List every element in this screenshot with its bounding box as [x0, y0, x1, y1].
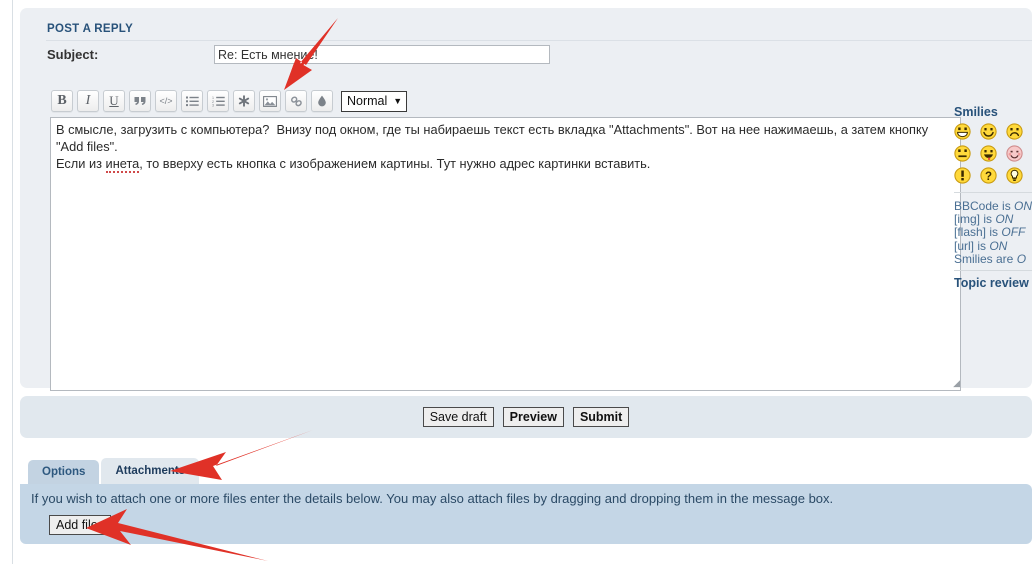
- message-line-3-before: Если из: [56, 156, 106, 171]
- bbcode-state: OFF: [1001, 225, 1025, 239]
- page-left-gutter: [0, 0, 12, 564]
- action-button-panel: Save draft Preview Submit: [20, 396, 1032, 438]
- header-divider: [46, 40, 1032, 41]
- italic-button[interactable]: I: [77, 90, 99, 112]
- page-left-divider: [12, 0, 13, 564]
- quote-button[interactable]: [129, 90, 151, 112]
- underline-button[interactable]: U: [103, 90, 125, 112]
- smiley-tongue[interactable]: [980, 145, 996, 161]
- smiley-question[interactable]: ?: [980, 167, 996, 183]
- bbcode-state: O: [1017, 252, 1026, 266]
- bbcode-label: [flash] is: [954, 225, 1001, 239]
- page-title: POST A REPLY: [47, 23, 133, 35]
- textarea-resize-handle[interactable]: ◢: [949, 378, 960, 389]
- code-button[interactable]: </>: [155, 90, 177, 112]
- quote-icon: [134, 95, 147, 107]
- smiley-grin[interactable]: [954, 123, 970, 139]
- smilies-grid: ?: [954, 123, 1032, 188]
- list-ul-icon: [186, 96, 199, 107]
- font-size-value: Normal: [347, 94, 387, 108]
- attachments-panel: If you wish to attach one or more files …: [20, 484, 1032, 544]
- smilies-title: Smilies: [954, 105, 1032, 119]
- action-button-row: Save draft Preview Submit: [20, 407, 1032, 427]
- bbcode-label: [url] is: [954, 239, 989, 253]
- bbcode-label: Smilies are: [954, 252, 1017, 266]
- smiley-blush[interactable]: [1006, 145, 1022, 161]
- bbcode-label: [img] is: [954, 212, 995, 226]
- subject-input[interactable]: [214, 45, 550, 64]
- attachment-tabs: Options Attachments: [28, 458, 199, 484]
- smiley-exclamation[interactable]: [954, 167, 970, 183]
- add-files-button[interactable]: Add files: [49, 515, 111, 535]
- tab-attachments[interactable]: Attachments: [101, 458, 199, 484]
- preview-button[interactable]: Preview: [503, 407, 564, 427]
- bbcode-status-list: BBCode is ON [img] is ON [flash] is OFF …: [954, 200, 1032, 266]
- message-line-3-misspelled: инета: [106, 156, 140, 173]
- image-icon: [263, 96, 277, 107]
- post-reply-panel: POST A REPLY Subject: B I U </>: [20, 8, 1032, 388]
- bbcode-state: ON: [1014, 200, 1032, 213]
- submit-button[interactable]: Submit: [573, 407, 629, 427]
- sidebar-divider-2: [954, 270, 1032, 271]
- asterisk-icon: [238, 95, 250, 107]
- save-draft-button[interactable]: Save draft: [423, 407, 494, 427]
- link-button[interactable]: [285, 90, 307, 112]
- image-button[interactable]: [259, 90, 281, 112]
- subject-label: Subject:: [47, 47, 98, 62]
- chevron-down-icon: ▼: [393, 96, 402, 106]
- list-ol-icon: 1 2 3: [212, 96, 225, 107]
- bbcode-label: BBCode is: [954, 200, 1014, 213]
- tab-options[interactable]: Options: [28, 460, 99, 484]
- bbcode-status-row: Smilies are O: [954, 253, 1032, 266]
- unordered-list-button[interactable]: [181, 90, 203, 112]
- message-line-2: "Add files".: [56, 139, 118, 154]
- sidebar-divider-1: [954, 192, 1032, 193]
- link-icon: [290, 96, 303, 107]
- bold-button[interactable]: B: [51, 90, 73, 112]
- asterisk-button[interactable]: [233, 90, 255, 112]
- droplet-icon: [317, 95, 327, 107]
- message-line-1: В смысле, загрузить с компьютера? Внизу …: [56, 122, 928, 137]
- smilies-panel: Smilies: [952, 105, 1032, 188]
- bbcode-state: ON: [989, 239, 1007, 253]
- smiley-happy[interactable]: [980, 123, 996, 139]
- smiley-sad[interactable]: [1006, 123, 1022, 139]
- ordered-list-button[interactable]: 1 2 3: [207, 90, 229, 112]
- svg-text:3: 3: [212, 103, 214, 106]
- message-line-3-after: , то вверху есть кнопка с изображением к…: [139, 156, 650, 171]
- topic-review-link[interactable]: Topic review: [954, 276, 1029, 290]
- font-color-button[interactable]: [311, 90, 333, 112]
- smiley-idea[interactable]: [1006, 167, 1022, 183]
- font-size-select[interactable]: Normal ▼: [341, 91, 407, 112]
- attachments-description: If you wish to attach one or more files …: [31, 491, 833, 506]
- message-textarea[interactable]: В смысле, загрузить с компьютера? Внизу …: [50, 117, 961, 391]
- editor-toolbar: B I U </>: [51, 90, 407, 112]
- bbcode-state: ON: [995, 212, 1013, 226]
- smiley-neutral[interactable]: [954, 145, 970, 161]
- svg-text:?: ?: [985, 171, 992, 183]
